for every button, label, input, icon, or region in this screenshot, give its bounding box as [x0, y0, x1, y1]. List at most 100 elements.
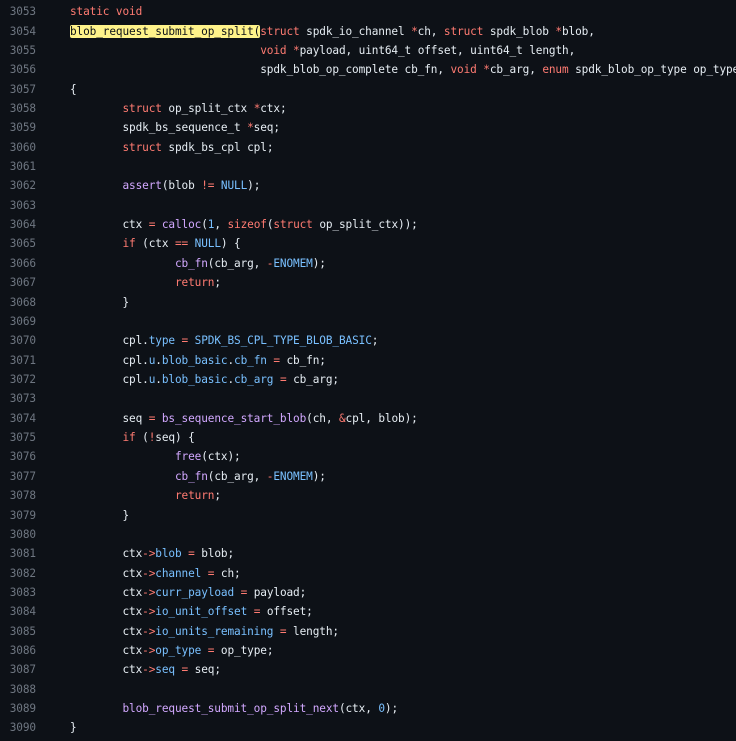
line-source: ctx = calloc(1, sizeof(struct op_split_c… [122, 218, 418, 232]
line-source: cpl.type = SPDK_BS_CPL_TYPE_BLOB_BASIC; [122, 334, 379, 348]
code-line: 3085 ctx->io_units_remaining = length; [0, 622, 736, 641]
code-line: 3075 if (!seq) { [0, 428, 736, 447]
line-number[interactable]: 3068 [0, 296, 36, 309]
line-source: void *payload, uint64_t offset, uint64_t… [260, 43, 576, 57]
code-line: 3070 cpl.type = SPDK_BS_CPL_TYPE_BLOB_BA… [0, 331, 736, 350]
code-line: 3065 if (ctx == NULL) { [0, 234, 736, 253]
line-number[interactable]: 3055 [0, 44, 36, 57]
line-number[interactable]: 3053 [0, 5, 36, 18]
code-line: 3054 blob_request_submit_op_split(struct … [0, 21, 736, 40]
line-source: return; [174, 276, 221, 290]
line-number[interactable]: 3088 [0, 683, 36, 696]
line-source: cpl.u.blob_basic.cb_arg = cb_arg; [122, 373, 339, 386]
line-source: cb_fn(cb_arg, -ENOMEM); [174, 469, 326, 483]
line-source: } [122, 508, 130, 522]
line-source: struct spdk_bs_cpl cpl; [122, 140, 274, 154]
code-line: 3074 seq = bs_sequence_start_blob(ch, &c… [0, 409, 736, 428]
line-source: cpl.u.blob_basic.cb_fn = cb_fn; [122, 353, 326, 367]
line-source: free(ctx); [174, 450, 241, 464]
code-line: 3055 void *payload, uint64_t offset, uin… [0, 41, 736, 60]
code-line: 3062 assert(blob != NULL); [0, 176, 736, 195]
line-number[interactable]: 3056 [0, 63, 36, 76]
line-source: if (!seq) { [122, 431, 195, 445]
line-number[interactable]: 3072 [0, 373, 36, 386]
line-source: spdk_blob_op_complete cb_fn, void *cb_ar… [260, 63, 736, 77]
code-line: 3073 [0, 389, 736, 408]
code-line: 3058 struct op_split_ctx *ctx; [0, 99, 736, 118]
code-line: 3072 cpl.u.blob_basic.cb_arg = cb_arg; [0, 370, 736, 389]
line-number[interactable]: 3067 [0, 276, 36, 289]
code-line: 3090} [0, 718, 736, 737]
code-line: 3086 ctx->op_type = op_type; [0, 641, 736, 660]
code-line: 3060 struct spdk_bs_cpl cpl; [0, 138, 736, 157]
line-number[interactable]: 3073 [0, 392, 36, 405]
line-source: blob_request_submit_op_split_next(ctx, 0… [122, 702, 398, 716]
line-source: } [122, 295, 130, 309]
line-number[interactable]: 3086 [0, 644, 36, 657]
code-line: 3082 ctx->channel = ch; [0, 563, 736, 582]
line-number[interactable]: 3070 [0, 334, 36, 347]
line-number[interactable]: 3074 [0, 412, 36, 425]
line-source: ctx->blob = blob; [122, 547, 235, 561]
line-number[interactable]: 3077 [0, 470, 36, 483]
code-line: 3076 free(ctx); [0, 447, 736, 466]
line-number[interactable]: 3079 [0, 509, 36, 522]
line-number[interactable]: 3087 [0, 663, 36, 676]
code-line: 3071 cpl.u.blob_basic.cb_fn = cb_fn; [0, 350, 736, 369]
code-line: 3066 cb_fn(cb_arg, -ENOMEM); [0, 254, 736, 273]
line-number[interactable]: 3064 [0, 218, 36, 231]
code-line: 3081 ctx->blob = blob; [0, 544, 736, 563]
line-number[interactable]: 3060 [0, 141, 36, 154]
line-number[interactable]: 3090 [0, 721, 36, 734]
line-source: ctx->curr_payload = payload; [122, 585, 307, 599]
line-number[interactable]: 3061 [0, 160, 36, 173]
line-source: ctx->seq = seq; [122, 663, 221, 677]
code-line: 3061 [0, 157, 736, 176]
code-line: 3057 { [0, 79, 736, 98]
code-line: 3083 ctx->curr_payload = payload; [0, 583, 736, 602]
line-source: static void [70, 5, 143, 19]
code-line: 3087 ctx->seq = seq; [0, 660, 736, 679]
line-number[interactable]: 3054 [0, 25, 36, 38]
line-number[interactable]: 3057 [0, 83, 36, 96]
code-line: 3080 [0, 525, 736, 544]
line-source: assert(blob != NULL); [122, 179, 261, 193]
line-number[interactable]: 3089 [0, 702, 36, 715]
line-number[interactable]: 3063 [0, 199, 36, 212]
code-line: 3067 return; [0, 273, 736, 292]
line-number[interactable]: 3066 [0, 257, 36, 270]
code-line: 3089 blob_request_submit_op_split_next(c… [0, 699, 736, 718]
line-number[interactable]: 3078 [0, 489, 36, 502]
line-source: cb_fn(cb_arg, -ENOMEM); [174, 256, 326, 270]
line-number[interactable]: 3065 [0, 237, 36, 250]
line-source: { [70, 82, 77, 96]
line-source: } [70, 721, 77, 735]
line-number[interactable]: 3071 [0, 354, 36, 367]
code-line: 3056 spdk_blob_op_complete cb_fn, void *… [0, 60, 736, 79]
code-line: 3079 } [0, 505, 736, 524]
line-number[interactable]: 3076 [0, 450, 36, 463]
line-source: ctx->io_unit_offset = offset; [122, 605, 313, 619]
line-number[interactable]: 3062 [0, 179, 36, 192]
line-number[interactable]: 3080 [0, 528, 36, 541]
line-number[interactable]: 3075 [0, 431, 36, 444]
code-line: 3069 [0, 312, 736, 331]
line-source: if (ctx == NULL) { [122, 237, 241, 251]
line-number[interactable]: 3082 [0, 567, 36, 580]
code-line: 3078 return; [0, 486, 736, 505]
line-source: blob_request_submit_op_split(struct spdk… [70, 24, 595, 38]
line-number[interactable]: 3058 [0, 102, 36, 115]
line-number[interactable]: 3069 [0, 315, 36, 328]
code-line: 3053 static void [0, 2, 736, 21]
code-view: 3053 static void 3054 blob_request_submit_o… [0, 2, 736, 738]
line-number[interactable]: 3084 [0, 605, 36, 618]
line-number[interactable]: 3081 [0, 547, 36, 560]
code-line: 3068 } [0, 292, 736, 311]
search-highlight: blob_request_submit_op_split( [70, 24, 261, 38]
line-source: return; [174, 489, 221, 503]
line-source: seq = bs_sequence_start_blob(ch, &cpl, b… [122, 411, 418, 425]
line-source: spdk_bs_sequence_t *seq; [122, 121, 280, 135]
line-number[interactable]: 3085 [0, 625, 36, 638]
line-number[interactable]: 3083 [0, 586, 36, 599]
line-number[interactable]: 3059 [0, 121, 36, 134]
